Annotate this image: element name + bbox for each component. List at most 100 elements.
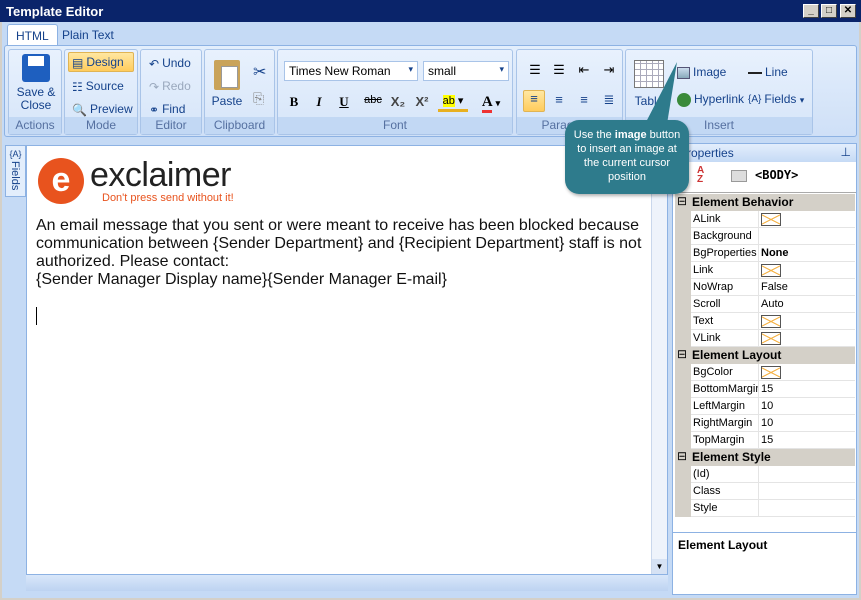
indent-button[interactable]: ⇥ (599, 62, 619, 80)
preview-button[interactable]: 🔍 Preview (72, 102, 133, 117)
hyperlink-button[interactable]: Hyperlink (677, 92, 744, 107)
property-value[interactable]: 10 (761, 400, 773, 412)
italic-button[interactable]: I (309, 94, 329, 112)
minimize-button[interactable]: _ (803, 4, 819, 18)
redo-label: Redo (162, 79, 191, 93)
bullet-list-button[interactable]: ☰ (549, 62, 569, 80)
property-value[interactable]: None (761, 247, 789, 259)
property-value[interactable]: False (761, 281, 788, 293)
row-gutter (675, 211, 691, 228)
vertical-scrollbar[interactable]: ▼ (651, 146, 667, 574)
strikethrough-button[interactable]: abc (360, 94, 386, 112)
property-row[interactable]: LeftMargin 10 (675, 398, 855, 415)
property-row[interactable]: Class (675, 483, 855, 500)
property-value[interactable]: 10 (761, 417, 773, 429)
property-row[interactable]: BgColor (675, 364, 855, 381)
property-row[interactable]: Text (675, 313, 855, 330)
description-title: Element Layout (678, 538, 768, 552)
color-swatch-icon[interactable] (761, 213, 781, 226)
group-label: Font (278, 117, 512, 134)
property-value[interactable]: Auto (761, 298, 784, 310)
row-gutter (675, 398, 691, 415)
property-row[interactable]: Scroll Auto (675, 296, 855, 313)
outdent-button[interactable]: ⇤ (574, 62, 594, 80)
fields-button[interactable]: {A} Fields ▾ (748, 92, 804, 106)
contact-fields: {Sender Manager Display name}{Sender Man… (36, 271, 447, 288)
line-icon (748, 71, 762, 74)
font-size-select[interactable]: small (423, 61, 509, 81)
property-row[interactable]: TopMargin 15 (675, 432, 855, 449)
property-row[interactable]: Background (675, 228, 855, 245)
bullet-list-icon: ☰ (553, 62, 565, 77)
find-button[interactable]: ⚭ Find (149, 102, 185, 117)
property-row[interactable]: NoWrap False (675, 279, 855, 296)
property-row[interactable]: Link (675, 262, 855, 279)
property-description: Element Layout (673, 532, 856, 594)
property-pages-icon[interactable] (731, 170, 747, 182)
property-row[interactable]: Style (675, 500, 855, 517)
numbered-list-button[interactable]: ☰ (525, 62, 545, 80)
cut-button[interactable]: ✂ (253, 62, 266, 82)
property-row[interactable]: BottomMargin 15 (675, 381, 855, 398)
find-label: Find (162, 102, 186, 116)
property-value[interactable]: 15 (761, 434, 773, 446)
color-swatch-icon[interactable] (761, 315, 781, 328)
design-editor[interactable] (26, 145, 668, 575)
maximize-button[interactable]: □ (821, 4, 837, 18)
superscript-button[interactable]: X² (412, 94, 432, 112)
property-category[interactable]: Element Style (675, 449, 855, 466)
fields-side-tab[interactable]: {A} Fields (5, 145, 26, 197)
highlight-button[interactable]: ab ▾ (438, 94, 468, 112)
tab-html[interactable]: HTML (7, 24, 58, 46)
font-color-button[interactable]: A ▾ (476, 94, 506, 113)
fields-label: Fields (764, 92, 797, 106)
image-button[interactable]: Image (677, 65, 726, 79)
justify-button[interactable]: ≣ (599, 92, 619, 110)
property-category[interactable]: Element Behavior (675, 194, 855, 211)
row-gutter (675, 500, 691, 517)
property-grid[interactable]: Element BehaviorALinkBackgroundBgPropert… (673, 192, 856, 527)
scroll-down-icon[interactable]: ▼ (652, 559, 667, 574)
document-body[interactable]: An email message that you sent or were m… (36, 217, 646, 289)
ribbon: Save & Close Actions ▤ Design ☷ Source 🔍 Pr… (4, 45, 857, 137)
row-gutter (675, 432, 691, 449)
save-close-button[interactable]: Save & Close (14, 54, 58, 112)
property-row[interactable]: RightMargin 10 (675, 415, 855, 432)
align-center-button[interactable]: ≡ (549, 92, 569, 110)
sort-alphabetical-button[interactable]: AZ (697, 166, 704, 185)
group-editor: ↶ Undo ↷ Redo ⚭ Find Editor (140, 49, 202, 135)
pin-icon[interactable]: ⊥ (841, 145, 851, 159)
save-icon (22, 54, 50, 82)
numbered-list-icon: ☰ (529, 62, 541, 77)
property-name: Background (691, 228, 759, 245)
copy-button[interactable]: ⎘ (253, 90, 264, 107)
property-category[interactable]: Element Layout (675, 347, 855, 364)
design-button[interactable]: ▤ Design (68, 52, 134, 72)
font-color-icon: A (481, 94, 492, 113)
underline-button[interactable]: U (334, 94, 354, 112)
callout-pointer (645, 62, 677, 124)
font-family-select[interactable]: Times New Roman (284, 61, 418, 81)
property-row[interactable]: VLink (675, 330, 855, 347)
align-left-button[interactable]: ≡ (523, 90, 545, 112)
line-button[interactable]: Line (748, 65, 788, 79)
close-button[interactable]: ✕ (840, 4, 856, 18)
property-row[interactable]: (Id) (675, 466, 855, 483)
color-swatch-icon[interactable] (761, 366, 781, 379)
paste-button[interactable]: Paste (209, 60, 245, 108)
group-actions: Save & Close Actions (8, 49, 62, 135)
redo-button[interactable]: ↷ Redo (149, 79, 191, 94)
tab-plain-text[interactable]: Plain Text (54, 24, 122, 46)
property-row[interactable]: ALink (675, 211, 855, 228)
row-gutter (675, 279, 691, 296)
color-swatch-icon[interactable] (761, 332, 781, 345)
property-row[interactable]: BgProperties None (675, 245, 855, 262)
subscript-button[interactable]: X₂ (388, 94, 408, 112)
bold-button[interactable]: B (284, 94, 304, 112)
source-button[interactable]: ☷ Source (72, 79, 124, 94)
undo-button[interactable]: ↶ Undo (149, 56, 191, 71)
align-right-button[interactable]: ≡ (574, 92, 594, 110)
color-swatch-icon[interactable] (761, 264, 781, 277)
property-value[interactable]: 15 (761, 383, 773, 395)
logo-wordmark: exclaimer (90, 156, 231, 194)
